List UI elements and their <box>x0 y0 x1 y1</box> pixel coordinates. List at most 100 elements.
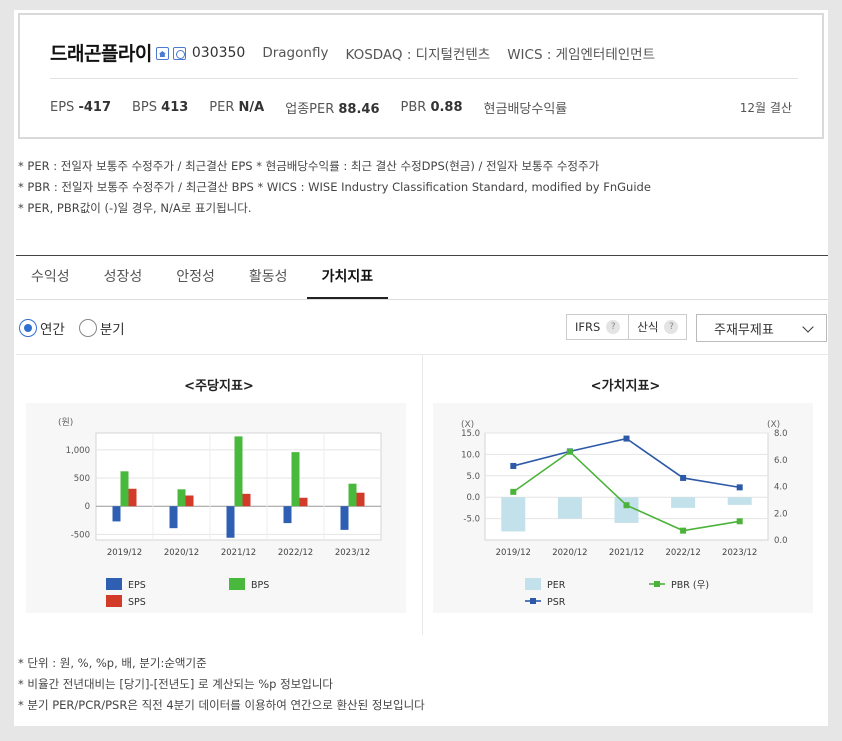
legend-label: PBR (우) <box>671 580 709 591</box>
right-tick-label: 4.0 <box>774 483 788 493</box>
stat-eps: EPS -417 <box>50 100 111 115</box>
annual-radio[interactable] <box>19 319 37 337</box>
legend-swatch <box>106 578 122 590</box>
legend-swatch <box>106 595 122 607</box>
bar-eps <box>169 506 178 529</box>
right-tick-label: 2.0 <box>774 509 788 519</box>
stat-label: BPS <box>132 100 158 115</box>
tab-growth[interactable]: 성장성 <box>89 256 158 299</box>
note-line: * PER, PBR값이 (-)일 경우, N/A로 표기됩니다. <box>18 201 252 215</box>
pbr-point <box>736 518 743 525</box>
ifrs-label: IFRS <box>575 320 601 334</box>
tab-profitability[interactable]: 수익성 <box>16 256 85 299</box>
pbr-point <box>510 488 517 495</box>
legend-label: SPS <box>128 597 146 608</box>
x-tick-label: 2019/12 <box>496 548 531 558</box>
right-tick-label: 0.0 <box>774 536 788 546</box>
stat-value: 0.88 <box>430 100 463 115</box>
formula-label: 산식 <box>637 320 659 334</box>
market-classification: KOSDAQ : 디지털컨텐츠 <box>345 46 491 63</box>
quarter-radio[interactable] <box>78 319 97 337</box>
x-tick-label: 2021/12 <box>221 548 256 558</box>
stat-value: -417 <box>78 100 111 115</box>
annual-radio-label[interactable]: 연간 <box>40 318 65 338</box>
bar-sps <box>128 488 137 507</box>
tab-stability[interactable]: 안정성 <box>161 256 230 299</box>
legend-label: PSR <box>547 597 566 608</box>
bar-eps <box>283 506 292 524</box>
x-tick-label: 2020/12 <box>164 548 199 558</box>
pbr-point <box>680 527 687 534</box>
legend-label: EPS <box>128 580 146 591</box>
unit-notes: * 단위 : 원, %, %p, 배, 분기:순액기준 * 비율간 전년대비는 … <box>18 653 425 716</box>
stat-bps: BPS 413 <box>132 100 188 115</box>
company-title-row: 드래곤플라이 030350 Dragonfly KOSDAQ : 디지털컨텐츠 … <box>50 39 655 66</box>
per-share-chart-title: <주당지표> <box>184 379 254 394</box>
right-tick-label: 6.0 <box>774 456 788 466</box>
formula-button[interactable]: 산식? <box>628 315 686 339</box>
y-axis-unit: (원) <box>58 417 73 428</box>
stock-code: 030350 <box>191 44 246 61</box>
stat-label: PER <box>209 100 235 115</box>
bar-per <box>557 497 582 519</box>
left-tick-label: 15.0 <box>461 429 480 439</box>
stat-per: PER N/A <box>209 100 264 115</box>
wics-classification: WICS : 게임엔터테인먼트 <box>507 46 656 63</box>
x-tick-label: 2022/12 <box>278 548 313 558</box>
per-share-chart: (원) -500 0 500 1,000 2019/12 2020/12 2021/12 202… <box>26 403 406 613</box>
psr-point <box>736 484 743 491</box>
note-line: * 비율간 전년대비는 [당기]-[전년도] 로 계산되는 %p 정보입니다 <box>18 677 333 691</box>
report-icon[interactable] <box>172 47 186 60</box>
fiscal-period: 12월 결산 <box>739 101 792 115</box>
question-icon[interactable]: ? <box>606 320 621 334</box>
legend-swatch <box>525 578 541 590</box>
chart-panels: <주당지표> (원) -500 0 500 1,000 2019/12 2020/12 202… <box>16 354 828 635</box>
note-line: * PER : 전일자 보통주 수정주가 / 최근결산 EPS * 현금배당수익… <box>18 159 600 173</box>
pbr-point <box>623 502 630 509</box>
stat-label: PBR <box>400 100 427 115</box>
x-tick-label: 2020/12 <box>552 548 587 558</box>
ifrs-button[interactable]: IFRS? <box>567 315 628 339</box>
legend-label: BPS <box>251 580 269 591</box>
stat-label: 현금배당수익률 <box>483 102 568 117</box>
bar-bps <box>177 489 186 507</box>
period-radio-group: 연간 분기 <box>19 318 139 338</box>
valuation-chart: (X) (X) -5.0 0.0 5.0 10.0 15.0 0.0 2.0 4.0 6.0 8.0 2… <box>433 403 813 613</box>
tab-valuation[interactable]: 가치지표 <box>306 256 389 299</box>
y-tick-label: 1,000 <box>66 446 90 456</box>
home-icon[interactable] <box>155 47 169 60</box>
bar-sps <box>299 497 308 507</box>
bar-sps <box>356 492 365 507</box>
per-share-panel: <주당지표> (원) -500 0 500 1,000 2019/12 2020/12 202… <box>16 355 422 635</box>
question-icon[interactable]: ? <box>664 320 679 334</box>
stat-value: 88.46 <box>338 102 380 117</box>
bar-bps <box>348 483 357 507</box>
psr-point <box>623 435 630 442</box>
legend-swatch <box>530 598 536 604</box>
english-name: Dragonfly <box>262 44 329 61</box>
company-header-card: 드래곤플라이 030350 Dragonfly KOSDAQ : 디지털컨텐츠 … <box>18 13 824 139</box>
bar-sps <box>185 495 194 507</box>
y-tick-label: -500 <box>71 530 90 540</box>
bar-bps <box>234 436 243 507</box>
psr-point <box>680 474 687 481</box>
statement-select[interactable]: 주재무제표 <box>696 314 827 342</box>
x-tick-label: 2023/12 <box>335 548 370 558</box>
stat-label: 업종PER <box>285 102 335 117</box>
bar-sps <box>242 493 251 507</box>
tab-activity[interactable]: 활동성 <box>234 256 303 299</box>
legend-swatch <box>229 578 245 590</box>
bar-per <box>614 497 639 523</box>
bar-eps <box>340 506 349 530</box>
bar-eps <box>226 506 235 538</box>
valuation-chart-title: <가치지표> <box>590 379 661 394</box>
pbr-point <box>566 448 573 455</box>
quarter-radio-label[interactable]: 분기 <box>100 318 125 338</box>
chevron-down-icon <box>802 321 814 333</box>
y-tick-label: 500 <box>74 474 90 484</box>
stat-dividend-yield: 현금배당수익률 <box>484 98 568 117</box>
note-line: * PBR : 전일자 보통주 수정주가 / 최근결산 BPS * WICS :… <box>18 180 651 194</box>
valuation-chart-svg: (X) (X)-5.00.05.010.015.00.02.04.06.08.02… <box>461 420 788 608</box>
x-tick-label: 2019/12 <box>107 548 142 558</box>
y-tick-label: 0 <box>85 502 90 512</box>
